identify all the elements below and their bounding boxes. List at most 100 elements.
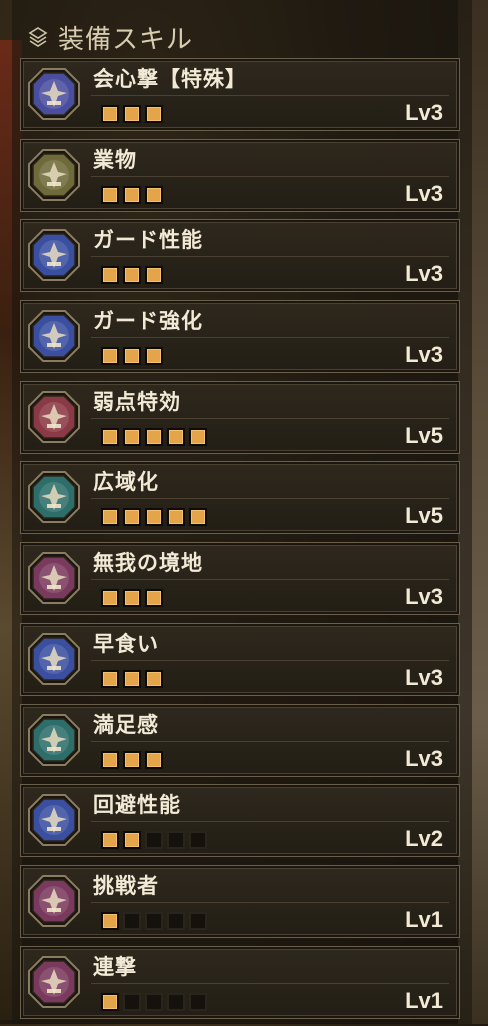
skill-level: Lv3 [405,261,443,287]
skill-level-pips [101,508,207,527]
skill-level-pips [101,750,163,769]
skill-list: 会心撃【特殊】 Lv3 業物 Lv3 ガード性能 Lv3 ガード強化 Lv3 弱点特効 Lv5 広域… [20,58,460,1026]
level-pip-filled [101,185,119,204]
skill-row[interactable]: 会心撃【特殊】 Lv3 [20,58,460,131]
skill-level-pips [101,185,163,204]
skill-name: 弱点特効 [93,389,181,414]
level-pip-empty [123,992,141,1011]
skill-name: 回避性能 [93,793,181,818]
skill-row[interactable]: 連撃 Lv1 [20,945,460,1019]
level-pip-filled [101,347,119,366]
skill-level: Lv3 [405,180,443,206]
skill-row[interactable]: 業物 Lv3 [20,138,460,212]
level-pip-filled [145,185,163,204]
skill-level: Lv3 [405,584,443,610]
skill-level: Lv2 [405,826,443,852]
level-pip-filled [145,750,163,769]
skill-level-pips [101,911,207,930]
level-pip-filled [101,911,119,930]
skill-level: Lv3 [405,664,443,690]
level-pip-filled [189,427,207,446]
skill-row[interactable]: 広域化 Lv5 [20,461,460,535]
level-pip-filled [123,427,141,446]
skill-level-pips [101,589,163,608]
level-pip-filled [123,669,141,688]
skill-row[interactable]: 無我の境地 Lv3 [20,542,460,616]
skill-row[interactable]: ガード性能 Lv3 [20,219,460,293]
level-pip-filled [145,347,163,366]
skill-name: 広域化 [93,470,159,495]
level-pip-empty [145,831,163,850]
level-pip-empty [189,911,207,930]
skill-name: ガード性能 [93,228,203,253]
skill-level-pips [101,105,163,123]
level-pip-filled [145,669,163,688]
evade-window-icon [27,793,81,847]
level-pip-empty [145,911,163,930]
skill-name: ガード強化 [93,309,203,334]
skill-level: Lv3 [405,745,443,771]
skill-name: 早食い [93,631,159,656]
skill-level: Lv1 [405,906,443,932]
critical-element-icon [27,67,81,121]
level-pip-filled [101,669,119,688]
skill-level: Lv5 [405,503,443,529]
skill-level-pips [101,427,207,446]
skill-row[interactable]: 回避性能 Lv2 [20,784,460,858]
level-pip-empty [167,992,185,1011]
level-pip-filled [123,508,141,527]
skill-name: 満足感 [93,712,159,737]
level-pip-filled [123,750,141,769]
level-pip-filled [123,105,141,123]
level-pip-empty [167,831,185,850]
skill-level: Lv5 [405,422,443,448]
level-pip-filled [189,508,207,527]
level-pip-filled [123,347,141,366]
skill-name: 無我の境地 [93,551,203,576]
wide-range-icon [27,470,81,524]
skill-row[interactable]: 満足感 Lv3 [20,703,460,777]
maximum-might-icon [27,551,81,605]
skill-name: 業物 [93,147,137,172]
level-pip-empty [123,911,141,930]
panel-title: 装備スキル [58,24,194,55]
agitator-icon [27,874,81,928]
level-pip-filled [101,589,119,608]
level-pip-filled [145,105,163,123]
panel-header: 装備スキル [26,20,194,55]
level-pip-empty [189,992,207,1011]
level-pip-filled [145,508,163,527]
burst-icon [27,955,81,1009]
level-pip-filled [101,427,119,446]
skill-row[interactable]: 早食い Lv3 [20,622,460,696]
level-pip-empty [167,911,185,930]
skill-row[interactable]: ガード強化 Lv3 [20,300,460,374]
skill-row[interactable]: 挑戦者 Lv1 [20,864,460,938]
skill-level-pips [101,992,207,1011]
level-pip-filled [101,831,119,850]
sharpness-icon [27,148,81,202]
level-pip-filled [101,750,119,769]
layers-icon [28,27,48,47]
skill-level-pips [101,266,163,285]
level-pip-filled [123,266,141,285]
free-meal-icon [27,713,81,767]
skill-level-pips [101,831,207,850]
level-pip-filled [167,427,185,446]
skill-level-pips [101,669,163,688]
level-pip-filled [123,589,141,608]
level-pip-empty [145,992,163,1011]
level-pip-filled [101,992,119,1011]
level-pip-filled [123,831,141,850]
skill-level: Lv3 [405,100,443,125]
skill-name: 会心撃【特殊】 [93,67,247,91]
level-pip-filled [101,105,119,123]
skill-level: Lv3 [405,342,443,368]
weakness-exploit-icon [27,390,81,444]
guard-icon [27,309,81,363]
skill-row[interactable]: 弱点特効 Lv5 [20,380,460,454]
level-pip-empty [189,831,207,850]
level-pip-filled [167,508,185,527]
guard-icon [27,228,81,282]
speed-eating-icon [27,632,81,686]
